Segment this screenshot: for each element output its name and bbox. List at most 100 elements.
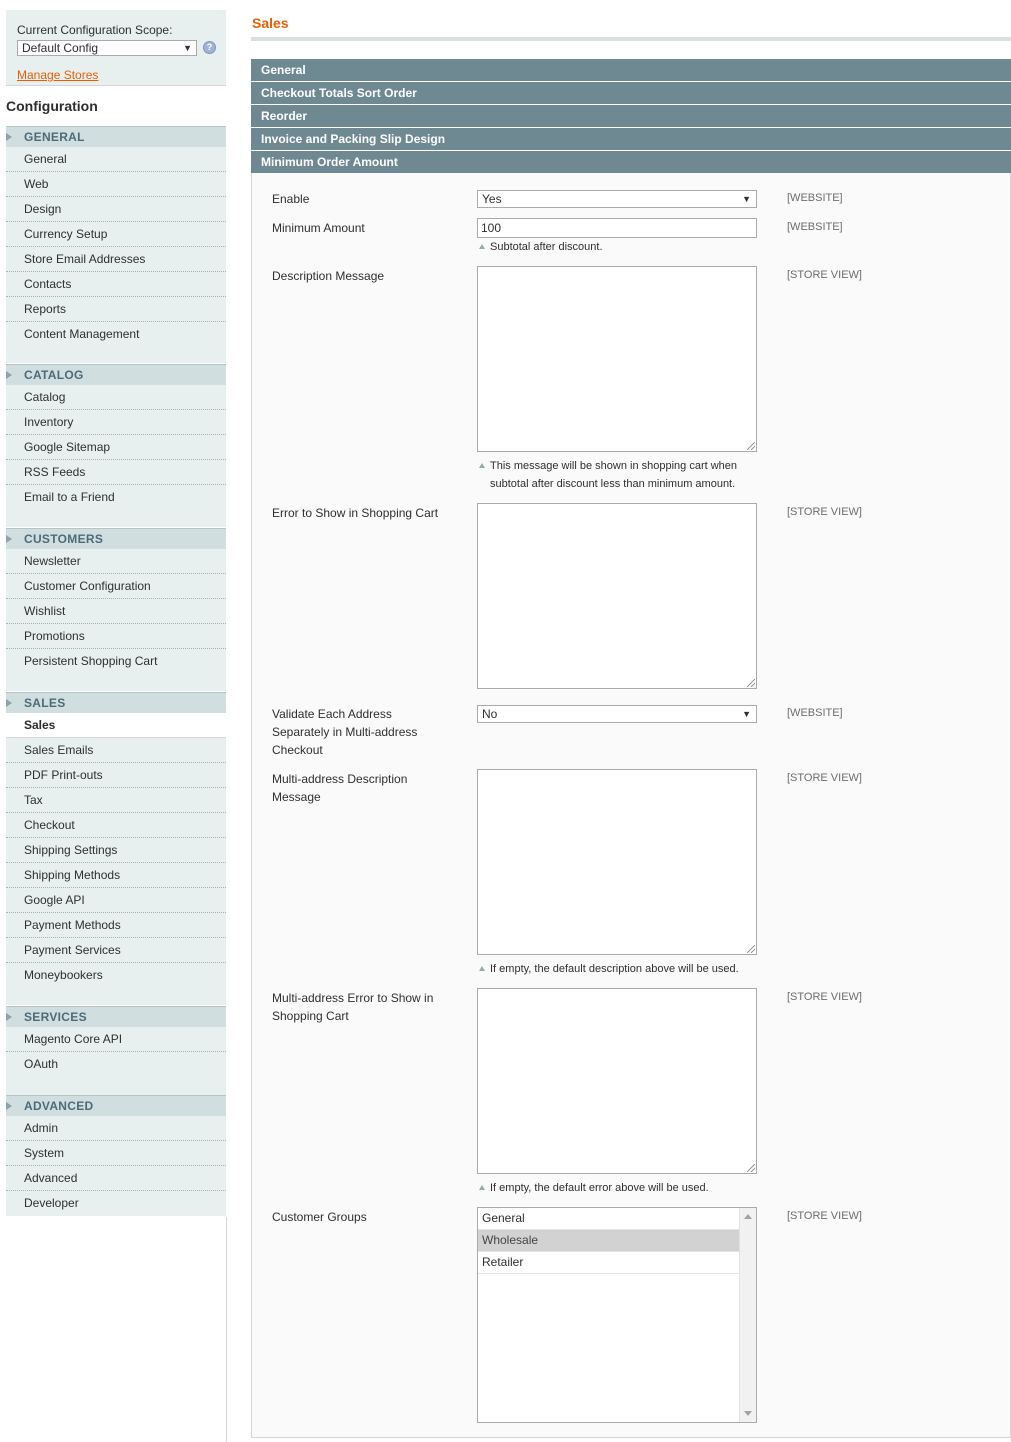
- sidebar-item-payment-services[interactable]: Payment Services: [6, 938, 226, 963]
- section-catalog-items: Catalog Inventory Google Sitemap RSS Fee…: [6, 385, 226, 527]
- chevron-down-icon: ▼: [183, 43, 192, 53]
- sidebar-item-catalog[interactable]: Catalog: [6, 385, 226, 410]
- group-general[interactable]: General: [251, 59, 1011, 81]
- multi-description-label-line2: Message: [272, 790, 321, 804]
- sidebar-item-persistent-shopping-cart[interactable]: Persistent Shopping Cart: [6, 649, 226, 674]
- sidebar-item-contacts[interactable]: Contacts: [6, 272, 226, 297]
- sidebar-item-sales[interactable]: Sales: [6, 713, 226, 738]
- sidebar-item-currency-setup[interactable]: Currency Setup: [6, 222, 226, 247]
- scope-label: Current Configuration Scope:: [17, 23, 173, 37]
- section-advanced[interactable]: ADVANCED: [6, 1095, 226, 1116]
- section-advanced-items: Admin System Advanced Developer: [6, 1116, 226, 1216]
- resize-grip-icon[interactable]: [747, 1164, 755, 1172]
- sidebar-item-design[interactable]: Design: [6, 197, 226, 222]
- sidebar-item-newsletter[interactable]: Newsletter: [6, 549, 226, 574]
- title-divider: [251, 37, 1011, 41]
- multi-description-note: If empty, the default description above …: [490, 963, 739, 975]
- sidebar-item-rss-feeds[interactable]: RSS Feeds: [6, 460, 226, 485]
- section-title: GENERAL: [24, 130, 85, 144]
- sidebar-item-store-email-addresses[interactable]: Store Email Addresses: [6, 247, 226, 272]
- sidebar-item-reports[interactable]: Reports: [6, 297, 226, 322]
- sidebar-item-checkout[interactable]: Checkout: [6, 813, 226, 838]
- sidebar-item-admin[interactable]: Admin: [6, 1116, 226, 1141]
- sidebar-item-customer-configuration[interactable]: Customer Configuration: [6, 574, 226, 599]
- resize-grip-icon[interactable]: [747, 442, 755, 450]
- section-general[interactable]: GENERAL: [6, 126, 226, 147]
- triangle-right-icon: [6, 535, 12, 543]
- note-triangle-icon: [479, 244, 485, 249]
- manage-stores-link[interactable]: Manage Stores: [17, 68, 98, 82]
- sidebar-item-shipping-methods[interactable]: Shipping Methods: [6, 863, 226, 888]
- chevron-down-icon: ▼: [742, 194, 751, 204]
- multi-description-textarea[interactable]: [477, 769, 757, 955]
- sidebar-item-shipping-settings[interactable]: Shipping Settings: [6, 838, 226, 863]
- validate-each-address-select[interactable]: No ▼: [477, 705, 757, 723]
- section-services[interactable]: SERVICES: [6, 1006, 226, 1027]
- sidebar-item-pdf-print-outs[interactable]: PDF Print-outs: [6, 763, 226, 788]
- page-title: Sales: [252, 15, 289, 31]
- sidebar-item-google-sitemap[interactable]: Google Sitemap: [6, 435, 226, 460]
- sidebar-item-content-management[interactable]: Content Management: [6, 322, 226, 347]
- sidebar-item-web[interactable]: Web: [6, 172, 226, 197]
- note-triangle-icon: [479, 1185, 485, 1190]
- group-reorder[interactable]: Reorder: [251, 105, 1011, 127]
- sidebar-item-magento-core-api[interactable]: Magento Core API: [6, 1027, 226, 1052]
- chevron-down-icon: ▼: [742, 709, 751, 719]
- validate-each-address-select-value: No: [482, 707, 498, 721]
- section-title: ADVANCED: [24, 1099, 94, 1113]
- group-minimum-order-amount[interactable]: Minimum Order Amount: [251, 151, 1011, 173]
- sidebar-item-google-api[interactable]: Google API: [6, 888, 226, 913]
- minimum-amount-label: Minimum Amount: [272, 221, 365, 235]
- scrollbar[interactable]: [739, 1208, 756, 1422]
- error-message-textarea[interactable]: [477, 503, 757, 689]
- sidebar-title: Configuration: [6, 98, 98, 114]
- group-checkout-totals-sort-order[interactable]: Checkout Totals Sort Order: [251, 82, 1011, 104]
- enable-select[interactable]: Yes ▼: [477, 190, 757, 208]
- description-message-label: Description Message: [272, 269, 385, 283]
- scroll-up-icon[interactable]: [744, 1214, 752, 1219]
- sidebar: Current Configuration Scope: Default Con…: [6, 0, 226, 1442]
- sidebar-item-promotions[interactable]: Promotions: [6, 624, 226, 649]
- triangle-right-icon: [6, 371, 12, 379]
- minimum-amount-input[interactable]: 100: [477, 218, 757, 238]
- section-title: SERVICES: [24, 1010, 87, 1024]
- section-catalog[interactable]: CATALOG: [6, 364, 226, 385]
- sidebar-item-advanced[interactable]: Advanced: [6, 1166, 226, 1191]
- section-customers[interactable]: CUSTOMERS: [6, 528, 226, 549]
- section-sales[interactable]: SALES: [6, 692, 226, 713]
- sidebar-item-developer[interactable]: Developer: [6, 1191, 226, 1216]
- scope-select[interactable]: Default Config ▼: [17, 40, 197, 56]
- section-title: SALES: [24, 696, 66, 710]
- sidebar-item-payment-methods[interactable]: Payment Methods: [6, 913, 226, 938]
- customer-groups-multiselect[interactable]: General Wholesale Retailer: [477, 1207, 757, 1423]
- scroll-down-icon[interactable]: [744, 1411, 752, 1416]
- description-message-note-line2: subtotal after discount less than minimu…: [490, 478, 736, 490]
- multi-error-textarea[interactable]: [477, 988, 757, 1174]
- triangle-right-icon: [6, 1102, 12, 1110]
- error-message-label: Error to Show in Shopping Cart: [272, 506, 439, 520]
- multi-error-label-line1: Multi-address Error to Show in: [272, 991, 434, 1005]
- section-customers-items: Newsletter Customer Configuration Wishli…: [6, 549, 226, 691]
- customer-group-option[interactable]: General: [478, 1208, 739, 1230]
- sidebar-item-tax[interactable]: Tax: [6, 788, 226, 813]
- resize-grip-icon[interactable]: [747, 679, 755, 687]
- sidebar-item-oauth[interactable]: OAuth: [6, 1052, 226, 1077]
- sidebar-item-general[interactable]: General: [6, 147, 226, 172]
- section-sales-items: Sales Sales Emails PDF Print-outs Tax Ch…: [6, 713, 226, 1005]
- customer-group-option-selected[interactable]: Wholesale: [478, 1230, 739, 1252]
- sidebar-item-sales-emails[interactable]: Sales Emails: [6, 738, 226, 763]
- note-triangle-icon: [479, 463, 485, 468]
- sidebar-item-email-to-a-friend[interactable]: Email to a Friend: [6, 485, 226, 510]
- sidebar-item-wishlist[interactable]: Wishlist: [6, 599, 226, 624]
- group-invoice-and-packing-slip-design[interactable]: Invoice and Packing Slip Design: [251, 128, 1011, 150]
- resize-grip-icon[interactable]: [747, 945, 755, 953]
- sidebar-item-moneybookers[interactable]: Moneybookers: [6, 963, 226, 988]
- sidebar-item-system[interactable]: System: [6, 1141, 226, 1166]
- customer-groups-label: Customer Groups: [272, 1210, 367, 1224]
- help-icon[interactable]: ?: [203, 41, 216, 54]
- description-message-textarea[interactable]: [477, 266, 757, 452]
- customer-group-option[interactable]: Retailer: [478, 1252, 739, 1274]
- sidebar-item-inventory[interactable]: Inventory: [6, 410, 226, 435]
- validate-each-address-label-line2: Separately in Multi-address: [272, 725, 418, 739]
- validate-each-address-label-line3: Checkout: [272, 743, 323, 757]
